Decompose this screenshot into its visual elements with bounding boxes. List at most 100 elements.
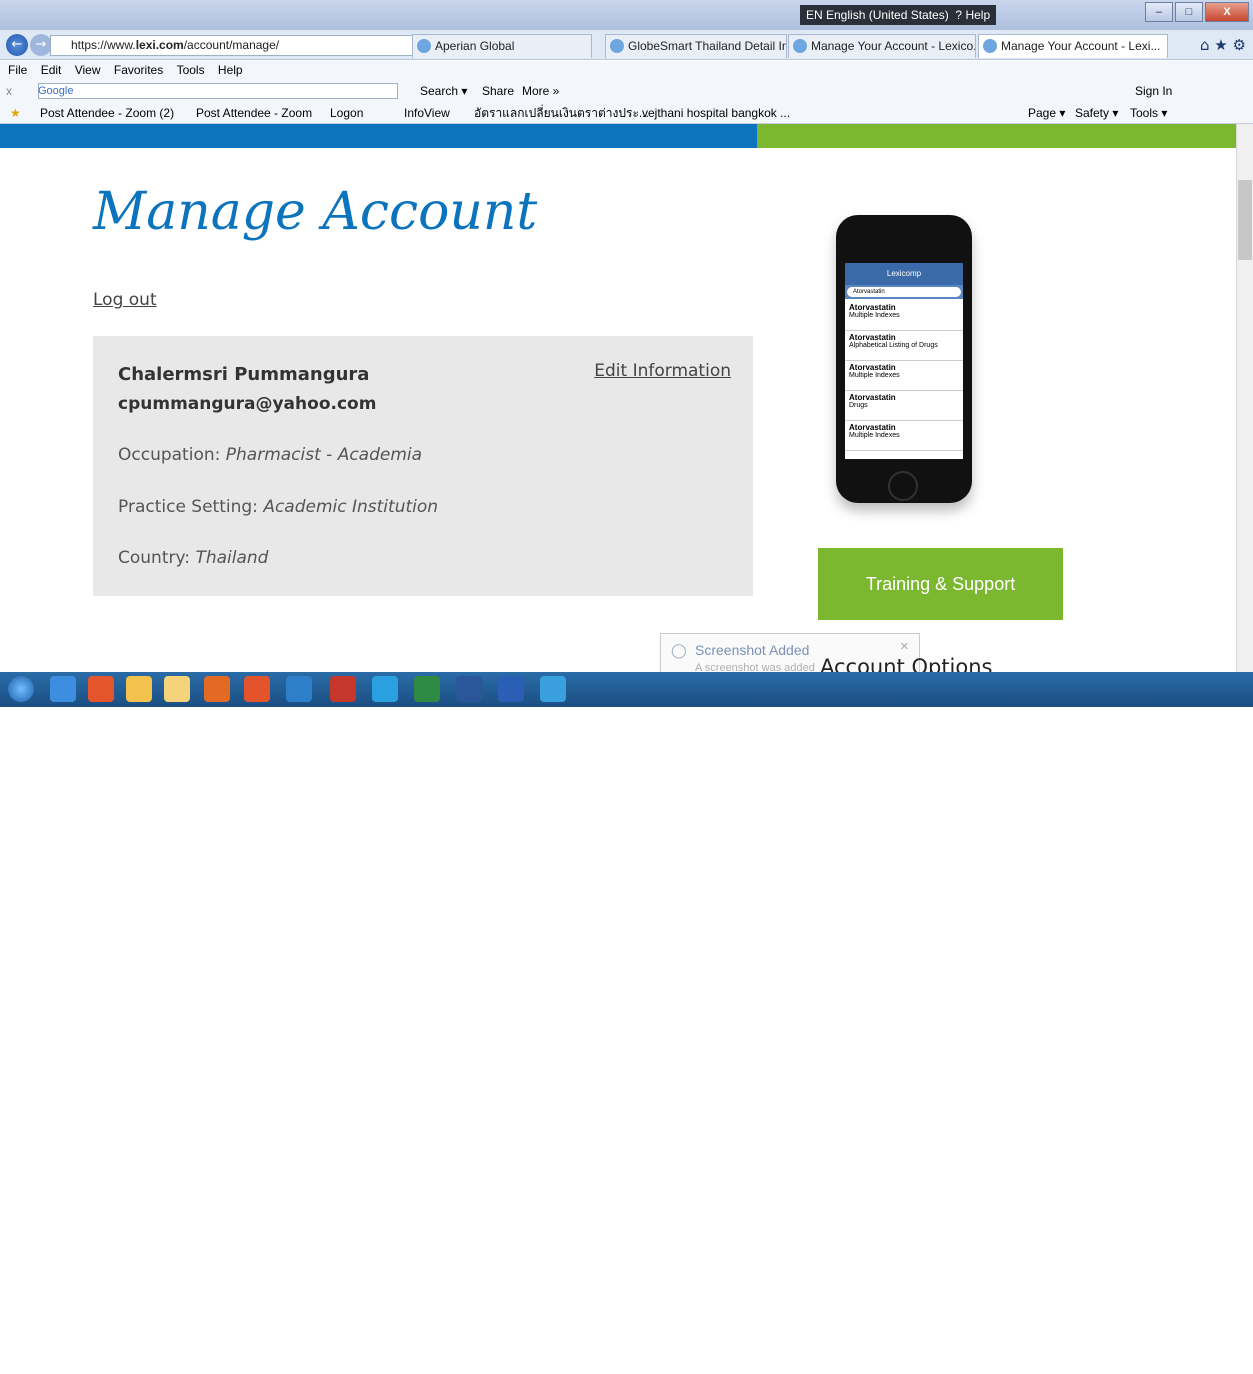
shield-icon: ◯	[671, 642, 687, 658]
app-icon[interactable]	[286, 676, 312, 702]
setting-row: Practice Setting: Academic Institution	[118, 497, 438, 517]
google-search-input[interactable]	[38, 83, 398, 99]
tools-menu[interactable]: Tools ▾	[1130, 102, 1167, 124]
powerpoint-icon[interactable]	[456, 676, 482, 702]
favorite-link[interactable]: Logon	[330, 102, 363, 124]
skype-icon[interactable]	[372, 676, 398, 702]
country-value: Thailand	[195, 548, 269, 568]
close-button[interactable]: X	[1205, 2, 1249, 22]
favorite-link[interactable]: Post Attendee - Zoom (2)	[40, 102, 174, 124]
tab-manage-account-2[interactable]: Manage Your Account - Lexi...	[978, 34, 1168, 58]
office-icon[interactable]	[88, 676, 114, 702]
app-result-row: Atorvastatin Multiple Indexes	[845, 361, 963, 391]
minimize-button[interactable]: –	[1145, 2, 1173, 22]
menu-tools[interactable]: Tools	[177, 63, 205, 77]
language-indicator[interactable]: EN English (United States) ? Help	[800, 5, 997, 25]
favorites-bar: ★ Post Attendee - Zoom (2) Post Attendee…	[0, 102, 1253, 124]
rsa-icon[interactable]	[330, 676, 356, 702]
edit-information-link[interactable]: Edit Information	[594, 361, 731, 381]
safety-menu[interactable]: Safety ▾	[1075, 102, 1118, 124]
result-name: Atorvastatin	[849, 303, 896, 312]
tab-label: Manage Your Account - Lexi...	[1001, 39, 1161, 53]
close-icon[interactable]: ✕	[900, 640, 909, 653]
app-search-bar: Atorvastatin	[845, 285, 963, 299]
back-button[interactable]: ←	[6, 34, 28, 56]
occupation-label: Occupation:	[118, 445, 221, 465]
app-result-row: Atorvastatin Drugs	[845, 391, 963, 421]
country-row: Country: Thailand	[118, 548, 268, 568]
search-label: Search	[420, 84, 459, 98]
menu-file[interactable]: File	[8, 63, 27, 77]
result-sub: Multiple Indexes	[849, 372, 900, 379]
favorites-star-icon[interactable]: ★	[10, 102, 21, 124]
google-search-button[interactable]: Search ▾	[420, 80, 467, 102]
logout-link[interactable]: Log out	[93, 290, 157, 310]
setting-label: Practice Setting:	[118, 497, 258, 517]
page-menu[interactable]: Page ▾	[1028, 102, 1065, 124]
training-support-button[interactable]: Training & Support	[818, 548, 1063, 620]
clock-date: 3/27/2017	[1204, 1361, 1253, 1373]
maximize-button[interactable]: □	[1175, 2, 1203, 22]
google-more-button[interactable]: More »	[522, 80, 559, 102]
phone-image: Lexicomp Atorvastatin Atorvastatin Multip…	[836, 215, 972, 503]
tab-aperian[interactable]: Aperian Global	[412, 34, 592, 58]
site-icon	[610, 39, 624, 53]
firefox-icon[interactable]	[204, 676, 230, 702]
site-nav-green	[757, 124, 1237, 148]
address-bar-row: ← → https://www.lexi.com/account/manage/…	[0, 30, 1253, 60]
result-sub: Alphabetical Listing of Drugs	[849, 342, 938, 349]
site-icon	[417, 39, 431, 53]
sign-in-button[interactable]: Sign In	[1135, 80, 1172, 102]
occupation-value: Pharmacist - Academia	[225, 445, 423, 465]
taskbar-clock[interactable]: 3:03 PM 3/27/2017	[1204, 1346, 1253, 1374]
help-link[interactable]: Help	[965, 8, 990, 22]
folder-icon[interactable]	[164, 676, 190, 702]
menu-help[interactable]: Help	[218, 63, 243, 77]
taskbar: 3:03 PM 3/27/2017	[0, 672, 1253, 1373]
tab-globesmart[interactable]: GlobeSmart Thailand Detail Inf...	[605, 34, 787, 58]
favorite-link[interactable]: InfoView	[404, 102, 450, 124]
url-prefix: https://www.	[71, 38, 136, 52]
occupation-row: Occupation: Pharmacist - Academia	[118, 445, 422, 465]
site-icon	[793, 39, 807, 53]
toast-title: Screenshot Added	[695, 642, 810, 658]
google-toolbar: x Google Search ▾ Share More » Sign In	[0, 80, 1253, 102]
tab-manage-account-1[interactable]: Manage Your Account - Lexico...	[788, 34, 976, 58]
favorite-link[interactable]: อัตราแลกเปลี่ยนเงินตราต่างประ...	[474, 102, 649, 124]
google-label: Google	[38, 85, 74, 97]
favorite-link[interactable]: Post Attendee - Zoom	[196, 102, 312, 124]
window-title-bar: EN English (United States) ? Help – □ X	[0, 0, 1253, 30]
menu-favorites[interactable]: Favorites	[114, 63, 163, 77]
ie-icon[interactable]	[50, 676, 76, 702]
user-email: cpummangura@yahoo.com	[118, 394, 377, 414]
menu-view[interactable]: View	[75, 63, 101, 77]
scrollbar-thumb[interactable]	[1238, 180, 1252, 260]
outlook-icon[interactable]	[244, 676, 270, 702]
tab-label: Aperian Global	[435, 39, 515, 53]
word-icon[interactable]	[498, 676, 524, 702]
chrome-icon[interactable]	[126, 676, 152, 702]
app-title: Lexicomp	[845, 263, 963, 285]
setting-value: Academic Institution	[263, 497, 439, 517]
favorite-link[interactable]: vejthani hospital bangkok ...	[642, 102, 790, 124]
phone-screen: Lexicomp Atorvastatin Atorvastatin Multip…	[845, 263, 963, 459]
page-title: Manage Account	[93, 182, 538, 242]
tab-label: Manage Your Account - Lexico...	[811, 39, 976, 53]
forward-button[interactable]: →	[30, 34, 52, 56]
app-result-row: Atorvastatin Multiple Indexes	[845, 301, 963, 331]
tab-label: GlobeSmart Thailand Detail Inf...	[628, 39, 787, 53]
google-share-button[interactable]: Share	[482, 80, 514, 102]
url-path: /account/manage/	[183, 38, 280, 52]
result-sub: Multiple Indexes	[849, 432, 900, 439]
excel-icon[interactable]	[414, 676, 440, 702]
close-icon[interactable]: x	[6, 80, 12, 102]
language-label: EN English (United States)	[806, 8, 949, 22]
app-search-text: Atorvastatin	[847, 287, 961, 297]
url-domain: lexi.com	[135, 38, 184, 52]
start-button[interactable]	[8, 676, 34, 702]
result-name: Atorvastatin	[849, 333, 896, 342]
account-info-panel: Chalermsri Pummangura cpummangura@yahoo.…	[93, 336, 753, 596]
home-star-gear-icons[interactable]: ⌂ ★ ⚙	[1200, 36, 1246, 54]
app-icon[interactable]	[540, 676, 566, 702]
menu-edit[interactable]: Edit	[41, 63, 62, 77]
